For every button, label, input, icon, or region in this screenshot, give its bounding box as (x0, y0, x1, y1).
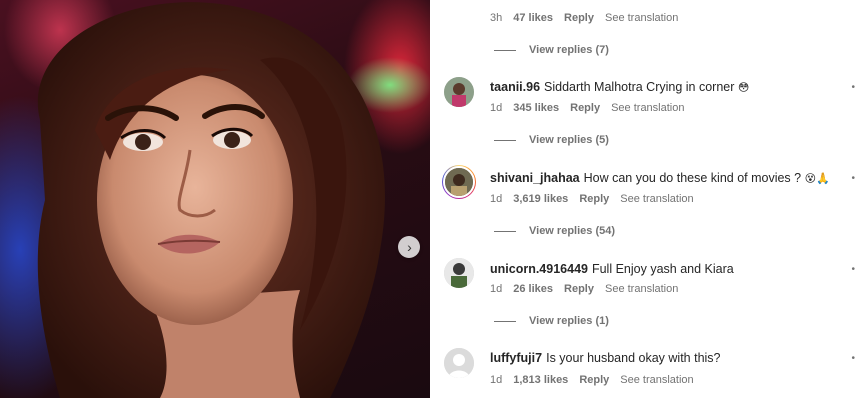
see-translation-link[interactable]: See translation (611, 102, 684, 114)
avatar[interactable] (444, 77, 474, 107)
comment-likes[interactable]: 1,813 likes (513, 374, 568, 386)
chevron-right-icon: › (407, 239, 412, 255)
comment-body: Is your husband okay with this? (546, 351, 721, 365)
view-replies-button[interactable]: View replies (1) (494, 315, 609, 327)
default-user-icon (444, 348, 474, 378)
view-replies-button[interactable]: View replies (54) (494, 225, 615, 237)
comment-likes[interactable]: 3,619 likes (513, 193, 568, 205)
avatar-image (445, 168, 473, 196)
see-translation-link[interactable]: See translation (620, 193, 693, 205)
avatar[interactable] (444, 258, 474, 288)
see-translation-link[interactable]: See translation (605, 12, 678, 24)
see-translation-link[interactable]: See translation (620, 374, 693, 386)
comment-meta: 3h 47 likes Reply See translation (490, 12, 678, 24)
comment-meta: 1d 1,813 likes Reply See translation (490, 374, 694, 386)
comment-username[interactable]: unicorn.4916449 (490, 262, 588, 276)
portrait-illustration (37, 2, 385, 398)
divider-line (494, 139, 516, 141)
view-replies-label: View replies (7) (529, 44, 609, 56)
avatar-story-ring[interactable] (442, 165, 476, 199)
comment-time: 1d (490, 374, 503, 386)
comment-meta: 1d 3,619 likes Reply See translation (490, 193, 694, 205)
avatar (443, 166, 475, 198)
comment-time: 1d (490, 193, 503, 205)
like-heart-icon[interactable]: • (851, 173, 855, 184)
comment-username[interactable]: luffyfuji7 (490, 351, 542, 365)
comment-meta: 1d 345 likes Reply See translation (490, 102, 684, 114)
comment-time: 1d (490, 102, 503, 114)
comment-likes[interactable]: 345 likes (513, 102, 559, 114)
comment-meta: 1d 26 likes Reply See translation (490, 283, 678, 295)
comment-username[interactable]: shivani_jhahaa (490, 171, 580, 185)
comment-text: luffyfuji7 Is your husband okay with this… (490, 351, 721, 365)
comment-body: How can you do these kind of movies ? (583, 171, 802, 185)
comment-likes[interactable]: 47 likes (513, 12, 553, 24)
divider-line (494, 49, 516, 51)
comment-text: taanii.96 Siddarth Malhotra Crying in cor… (490, 80, 749, 94)
comment-text: shivani_jhahaa How can you do these kind … (490, 171, 830, 185)
divider-line (494, 320, 516, 322)
comment-time: 1d (490, 283, 503, 295)
view-replies-label: View replies (5) (529, 134, 609, 146)
comment-text: unicorn.4916449 Full Enjoy yash and Kiara (490, 262, 734, 276)
like-heart-icon[interactable]: • (851, 353, 855, 364)
view-replies-button[interactable]: View replies (7) (494, 44, 609, 56)
comment-time: 3h (490, 12, 503, 24)
view-replies-label: View replies (54) (529, 225, 616, 237)
comment-likes[interactable]: 26 likes (513, 283, 553, 295)
avatar-image (444, 77, 474, 107)
avatar-image (444, 258, 474, 288)
view-replies-label: View replies (1) (529, 315, 609, 327)
like-heart-icon[interactable]: • (851, 82, 855, 93)
like-heart-icon[interactable]: • (851, 264, 855, 275)
comments-panel[interactable]: 3h 47 likes Reply See translation View r… (430, 0, 857, 398)
comment-emoji: 😵🙏 (804, 172, 830, 185)
reply-button[interactable]: Reply (579, 193, 609, 205)
comment-username[interactable]: taanii.96 (490, 80, 540, 94)
reply-button[interactable]: Reply (570, 102, 600, 114)
reply-button[interactable]: Reply (564, 283, 594, 295)
view-replies-button[interactable]: View replies (5) (494, 134, 609, 146)
avatar-placeholder[interactable] (444, 348, 474, 378)
post-image: › (0, 0, 430, 398)
reply-button[interactable]: Reply (564, 12, 594, 24)
divider-line (494, 230, 516, 232)
comment-body: Full Enjoy yash and Kiara (591, 262, 734, 276)
reply-button[interactable]: Reply (579, 374, 609, 386)
comment-body: Siddarth Malhotra Crying in corner (544, 80, 735, 94)
comment-emoji: 😳 (737, 81, 750, 94)
see-translation-link[interactable]: See translation (605, 283, 678, 295)
carousel-next-button[interactable]: › (398, 236, 420, 258)
